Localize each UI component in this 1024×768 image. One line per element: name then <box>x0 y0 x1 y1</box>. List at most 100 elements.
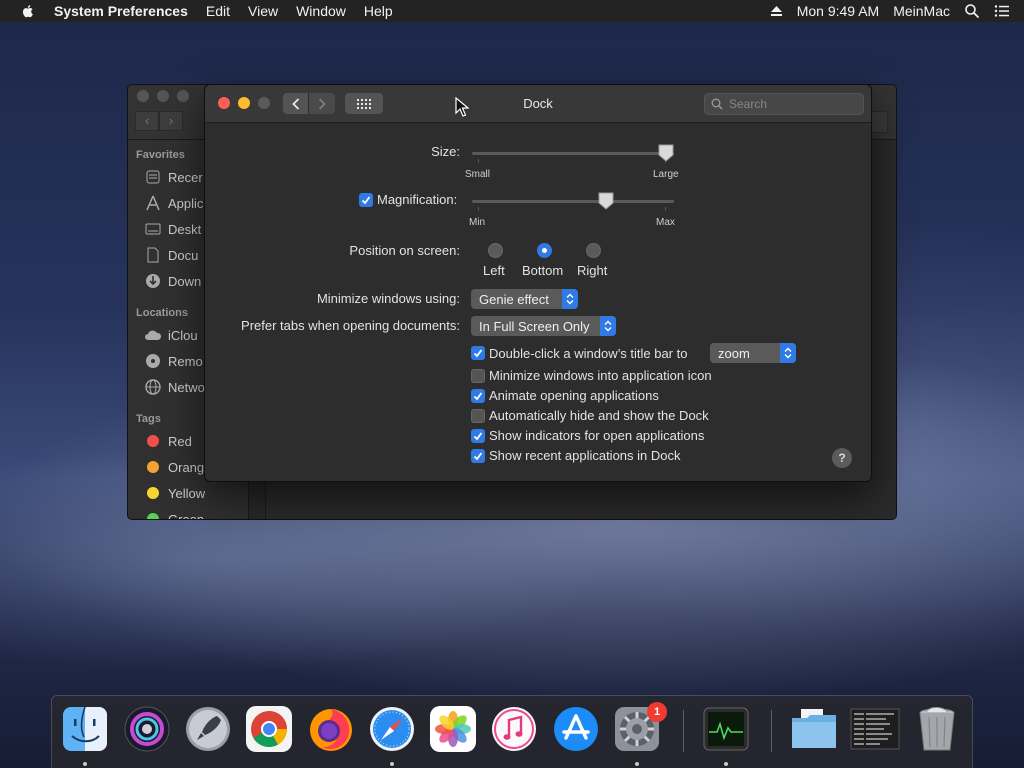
double-click-label[interactable]: Double-click a window’s title bar to <box>489 346 687 361</box>
finder-icon[interactable] <box>60 704 110 754</box>
minimize-into-icon-label[interactable]: Minimize windows into application icon <box>489 368 712 383</box>
help-button[interactable]: ? <box>832 448 852 468</box>
position-label: Position on screen: <box>349 243 460 258</box>
sidebar-section-tags: Tags <box>136 413 161 425</box>
checkmark-icon <box>473 432 483 441</box>
sidebar-item-tag-orange[interactable]: Orang <box>144 457 204 477</box>
double-click-checkbox[interactable] <box>471 346 485 360</box>
finder-zoom-button[interactable] <box>177 90 189 102</box>
launchpad-icon[interactable] <box>183 704 233 754</box>
firefox-icon[interactable] <box>306 704 356 754</box>
downloads-icon <box>144 273 162 289</box>
sidebar-item-label: Down <box>168 273 202 289</box>
menu-edit[interactable]: Edit <box>206 3 230 19</box>
app-store-icon[interactable] <box>551 704 601 754</box>
stack-icon[interactable] <box>850 704 900 754</box>
position-right-radio[interactable] <box>586 243 601 258</box>
sidebar-item-network[interactable]: Netwo <box>144 377 205 397</box>
finder-back-button[interactable]: ‹ <box>135 111 159 131</box>
magnification-slider-thumb[interactable] <box>598 192 614 210</box>
magnification-slider-track[interactable] <box>472 200 674 203</box>
prefer-tabs-label: Prefer tabs when opening documents: <box>241 318 460 333</box>
menu-app-name[interactable]: System Preferences <box>54 3 188 19</box>
double-click-action-value: zoom <box>718 345 750 361</box>
size-slider-track[interactable] <box>472 152 674 155</box>
trash-icon[interactable] <box>912 704 962 754</box>
show-recent-apps-checkbox[interactable] <box>471 449 485 463</box>
menu-help[interactable]: Help <box>364 3 393 19</box>
show-indicators-label[interactable]: Show indicators for open applications <box>489 428 704 443</box>
minimize-into-icon-checkbox[interactable] <box>471 369 485 383</box>
search-field[interactable]: Search <box>704 93 864 115</box>
size-min-label: Small <box>465 169 491 180</box>
sidebar-item-label: Remo <box>168 353 203 369</box>
sidebar-item-icloud[interactable]: iClou <box>144 325 198 345</box>
photos-icon[interactable] <box>428 704 478 754</box>
itunes-icon[interactable] <box>489 704 539 754</box>
notification-center-icon[interactable] <box>994 3 1010 19</box>
sidebar-item-recents[interactable]: Recer <box>144 167 203 187</box>
desktop-icon <box>144 221 162 237</box>
menu-clock[interactable]: Mon 9:49 AM <box>797 3 880 19</box>
menu-user[interactable]: MeinMac <box>893 3 950 19</box>
minimize-effect-popup[interactable]: Genie effect <box>471 289 578 309</box>
sidebar-item-applications[interactable]: Applic <box>144 193 203 213</box>
running-indicator <box>83 762 87 766</box>
sidebar-item-label: Deskt <box>168 221 202 237</box>
sidebar-section-favorites: Favorites <box>136 149 185 161</box>
running-indicator <box>724 762 728 766</box>
sidebar-item-documents[interactable]: Docu <box>144 245 198 265</box>
disc-icon <box>144 353 162 369</box>
sidebar-item-desktop[interactable]: Deskt <box>144 219 201 239</box>
double-click-action-popup[interactable]: zoom <box>710 343 796 363</box>
animate-opening-label[interactable]: Animate opening applications <box>489 388 659 403</box>
sidebar-item-tag-green[interactable]: Green <box>144 509 205 520</box>
animate-opening-checkbox[interactable] <box>471 389 485 403</box>
menu-window[interactable]: Window <box>296 3 346 19</box>
siri-icon[interactable] <box>122 704 172 754</box>
checkmark-icon <box>473 392 483 401</box>
minimize-effect-label: Minimize windows using: <box>316 291 460 306</box>
popup-stepper-icon <box>562 289 578 309</box>
finder-close-button[interactable] <box>137 90 149 102</box>
activity-monitor-icon[interactable] <box>701 704 751 754</box>
prefer-tabs-popup[interactable]: In Full Screen Only <box>471 316 616 336</box>
sidebar-item-label: Orang <box>168 459 205 475</box>
finder-nav-buttons: ‹ › <box>135 111 183 131</box>
show-indicators-checkbox[interactable] <box>471 429 485 443</box>
notification-badge: 1 <box>647 702 667 722</box>
sidebar-item-downloads[interactable]: Down <box>144 271 201 291</box>
position-left-radio[interactable] <box>488 243 503 258</box>
position-left-label[interactable]: Left <box>483 263 505 278</box>
running-indicator <box>635 762 639 766</box>
autohide-dock-checkbox[interactable] <box>471 409 485 423</box>
chrome-icon[interactable] <box>244 704 294 754</box>
magnification-slider-tick <box>478 207 479 211</box>
sidebar-item-remote-disc[interactable]: Remo <box>144 351 203 371</box>
magnification-label[interactable]: Magnification: <box>377 192 457 207</box>
position-bottom-label[interactable]: Bottom <box>522 263 563 278</box>
sidebar-item-tag-yellow[interactable]: Yellow <box>144 483 205 503</box>
tag-dot-icon <box>147 513 159 519</box>
checkmark-icon <box>361 196 371 205</box>
sidebar-item-tag-red[interactable]: Red <box>144 431 192 451</box>
finder-forward-button[interactable]: › <box>159 111 183 131</box>
position-bottom-radio[interactable] <box>537 243 552 258</box>
magnification-checkbox[interactable] <box>359 193 373 207</box>
safari-icon[interactable] <box>367 704 417 754</box>
show-recent-apps-label[interactable]: Show recent applications in Dock <box>489 448 681 463</box>
dock-separator <box>771 710 772 752</box>
folder-icon[interactable] <box>789 704 839 754</box>
size-slider-thumb[interactable] <box>658 144 674 162</box>
position-right-label[interactable]: Right <box>577 263 607 278</box>
eject-icon[interactable] <box>770 5 783 17</box>
recents-icon <box>144 169 162 185</box>
apple-icon[interactable] <box>20 3 36 19</box>
dock-preferences-window: Dock Search Size: Small Large Magnificat… <box>204 84 872 482</box>
menu-view[interactable]: View <box>248 3 278 19</box>
prefs-titlebar: Dock Search <box>205 85 871 123</box>
finder-minimize-button[interactable] <box>157 90 169 102</box>
autohide-dock-label[interactable]: Automatically hide and show the Dock <box>489 408 709 423</box>
sidebar-item-label: Green <box>168 511 205 520</box>
spotlight-search-icon[interactable] <box>964 3 980 19</box>
